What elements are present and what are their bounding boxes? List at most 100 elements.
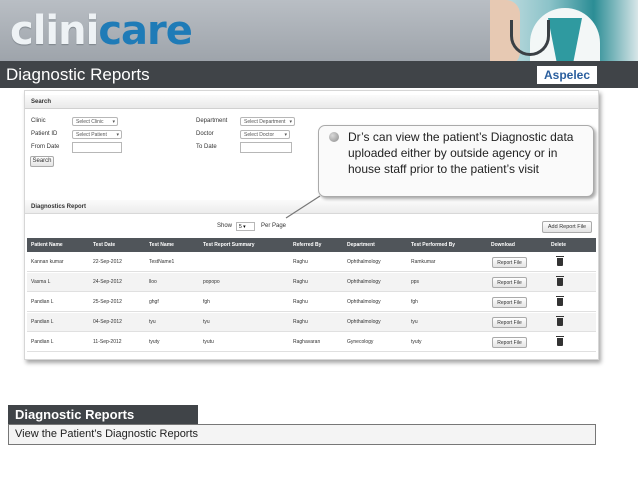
cell-date: 24-Sep-2012 [93, 279, 122, 285]
clinic-select-value: Select Clinic [76, 119, 104, 125]
clinicare-logo: clinicare [10, 8, 193, 54]
cell-summary: tyutu [203, 339, 214, 345]
patient-id-label: Patient ID [31, 131, 58, 137]
table-row: Vasma L 24-Sep-2012 lloo popopo Raghu Op… [27, 273, 596, 292]
page-title: Diagnostic Reports [0, 61, 490, 88]
cell-performed: Ramkumar [411, 259, 436, 265]
report-file-button[interactable]: Report File [492, 257, 527, 268]
cell-department: Ophthalmology [347, 319, 381, 325]
table-row: Pandian L 25-Sep-2012 ghgf fgh Raghu Oph… [27, 293, 596, 312]
cell-referred: Raghu [293, 279, 308, 285]
cell-summary: tyu [203, 319, 210, 325]
trash-icon[interactable] [556, 336, 564, 346]
callout-box: Dr’s can view the patient’s Diagnostic d… [318, 125, 594, 197]
cell-test: tyuty [149, 339, 160, 345]
column-header[interactable]: Patient Name [31, 238, 63, 252]
trash-icon[interactable] [556, 276, 564, 286]
cell-patient: Pandian L [31, 339, 54, 345]
cell-date: 22-Sep-2012 [93, 259, 122, 265]
logo-part-care: care [98, 8, 193, 54]
caption-description: View the Patient’s Diagnostic Reports [8, 424, 596, 445]
report-file-button[interactable]: Report File [492, 277, 527, 288]
cell-department: Ophthalmology [347, 279, 381, 285]
patient-select[interactable]: Select Patient ▾ [72, 130, 122, 139]
brand-logo: Aspelec [537, 66, 597, 84]
cell-test: tyu [149, 319, 156, 325]
cell-performed: pps [411, 279, 420, 285]
department-label: Department [196, 118, 228, 124]
cell-performed: tyuty [411, 339, 422, 345]
trash-icon[interactable] [556, 256, 564, 266]
column-header[interactable]: Test Date [93, 238, 115, 252]
column-header[interactable]: Test Performed By [411, 238, 455, 252]
doctor-select[interactable]: Select Doctor ▾ [240, 130, 290, 139]
show-label: Show [217, 223, 233, 229]
report-file-button[interactable]: Report File [492, 337, 527, 348]
search-button[interactable]: Search [30, 156, 54, 167]
report-file-button[interactable]: Report File [492, 317, 527, 328]
per-page-label: Per Page [261, 223, 287, 229]
clinic-label: Clinic [31, 118, 46, 124]
page-size-value: 5 [239, 224, 242, 230]
cell-referred: Raghu [293, 299, 308, 305]
clinic-select[interactable]: Select Clinic ▾ [72, 117, 118, 126]
logo-part-clini: clini [10, 8, 99, 54]
cell-referred: Raghu [293, 259, 308, 265]
cell-department: Ophthalmology [347, 299, 381, 305]
table-row: Pandian L 11-Sep-2012 tyuty tyutu Raghav… [27, 333, 596, 352]
trash-icon[interactable] [556, 296, 564, 306]
cell-patient: Vasma L [31, 279, 51, 285]
trash-icon[interactable] [556, 316, 564, 326]
cell-performed: fgh [411, 299, 418, 305]
caption-title: Diagnostic Reports [8, 405, 198, 424]
column-header: Delete [551, 242, 567, 248]
search-panel-heading: Search [25, 95, 598, 109]
cell-patient: Kannan kumar [31, 259, 64, 265]
column-header[interactable]: Department [347, 238, 375, 252]
chevron-down-icon: ▾ [116, 132, 119, 138]
chevron-down-icon: ▾ [112, 119, 115, 125]
table-header: Patient Name Test Date Test Name Test Re… [27, 238, 596, 252]
to-date-input[interactable] [240, 142, 292, 153]
column-header[interactable]: Test Report Summary [203, 238, 255, 252]
to-date-label: To Date [196, 144, 217, 150]
doctor-photo [490, 0, 638, 66]
patient-select-value: Select Patient [76, 132, 107, 138]
column-header[interactable]: Referred By [293, 238, 321, 252]
add-report-file-button[interactable]: Add Report File [542, 221, 592, 233]
cell-department: Ophthalmology [347, 259, 381, 265]
table-row: Kannan kumar 22-Sep-2012 TestName1 Raghu… [27, 253, 596, 272]
callout-text: Dr’s can view the patient’s Diagnostic d… [348, 130, 574, 176]
cell-test: TestName1 [149, 259, 175, 265]
chevron-down-icon: ▾ [243, 224, 246, 230]
page-size-select[interactable]: 5 ▾ [236, 222, 255, 231]
doctor-select-value: Select Doctor [244, 132, 275, 138]
department-select-value: Select Department [244, 119, 286, 125]
chevron-down-icon: ▾ [289, 119, 292, 125]
table-row: Pandian L 04-Sep-2012 tyu tyu Raghu Opht… [27, 313, 596, 332]
from-date-input[interactable] [72, 142, 122, 153]
slide: clinicare Diagnostic Reports Aspelec Sea… [0, 0, 638, 479]
cell-test: ghgf [149, 299, 159, 305]
cell-summary: popopo [203, 279, 220, 285]
doctor-label: Doctor [196, 131, 214, 137]
report-file-button[interactable]: Report File [492, 297, 527, 308]
chevron-down-icon: ▾ [284, 132, 287, 138]
cell-date: 11-Sep-2012 [93, 339, 122, 345]
cell-summary: fgh [203, 299, 210, 305]
cell-date: 04-Sep-2012 [93, 319, 122, 325]
column-header: Download [491, 242, 515, 248]
cell-referred: Raghu [293, 319, 308, 325]
department-select[interactable]: Select Department ▾ [240, 117, 295, 126]
cell-patient: Pandian L [31, 319, 54, 325]
diagnostics-report-heading: Diagnostics Report [25, 200, 598, 214]
cell-performed: tyu [411, 319, 418, 325]
cell-referred: Raghavaran [293, 339, 321, 345]
from-date-label: From Date [31, 144, 60, 150]
column-header[interactable]: Test Name [149, 238, 174, 252]
bullet-icon [329, 132, 339, 142]
cell-department: Gynecology [347, 339, 374, 345]
cell-date: 25-Sep-2012 [93, 299, 122, 305]
cell-test: lloo [149, 279, 157, 285]
cell-patient: Pandian L [31, 299, 54, 305]
